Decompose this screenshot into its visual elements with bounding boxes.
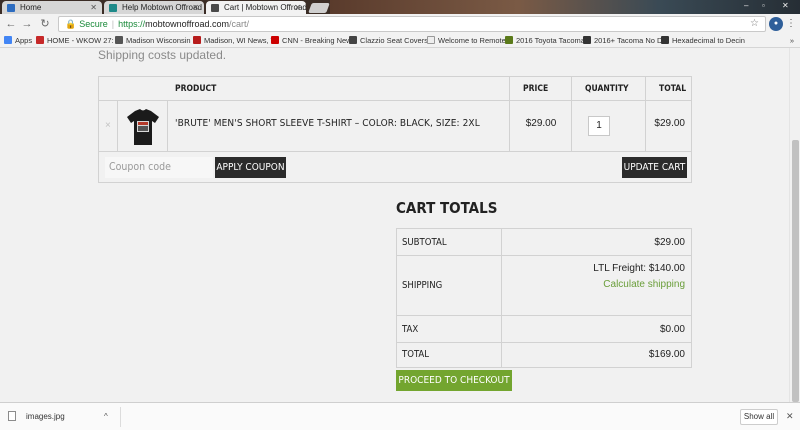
proceed-to-checkout-button[interactable]: Proceed to Checkout [396,370,512,391]
bookmark-toyota-tacoma[interactable]: 2016 Toyota Tacoma [505,34,585,47]
header-total: Total [659,84,687,94]
order-total-label: Total [402,349,430,360]
tab-title: Home [20,3,42,12]
maximize-icon[interactable]: ▫ [762,0,765,12]
download-filename: images.jpg [26,412,65,421]
document-icon [427,36,435,44]
bookmarks-bar: Apps HOME - WKOW 27: M Madison Wisconsin… [0,34,800,48]
product-thumbnail[interactable] [123,107,163,147]
close-tab-icon[interactable]: ✕ [90,1,97,14]
browser-toolbar: ← → ↻ 🔒 Secure | https://mobtownoffroad.com… [0,14,800,34]
home-favicon-icon [7,4,15,12]
forward-arrow-icon[interactable]: → [20,17,34,31]
update-cart-button[interactable]: Update Cart [622,157,687,178]
url-protocol: https:// [118,19,146,29]
product-price: $29.00 [525,118,557,129]
secure-label: Secure [79,19,108,29]
tacoma-forum-icon [583,36,591,44]
bookmark-apps[interactable]: Apps [4,34,32,47]
header-price: Price [523,84,549,94]
tshirt-icon [127,109,159,145]
bookmark-clazzio[interactable]: Clazzio Seat Covers - [349,34,433,47]
tab-title: Help Mobtown Offroad [122,3,202,12]
page-scrollbar[interactable] [789,48,800,402]
product-subtotal: $29.00 [654,118,685,129]
bookmark-wkow[interactable]: HOME - WKOW 27: M [36,34,122,47]
lock-icon: 🔒 [65,19,77,29]
bookmark-star-icon[interactable]: ☆ [750,17,759,31]
bookmark-cnn[interactable]: CNN - Breaking News [271,34,355,47]
quantity-input[interactable]: 1 [588,116,610,136]
help-favicon-icon [109,4,117,12]
show-all-button[interactable]: Show all [740,409,778,425]
download-item[interactable]: images.jpg [8,409,65,425]
close-shelf-icon[interactable]: ✕ [786,411,794,422]
calculate-shipping-link[interactable]: Calculate shipping [603,279,685,290]
bookmark-tacoma-no-di[interactable]: 2016+ Tacoma No Di [583,34,664,47]
madison-news-icon [193,36,201,44]
tab-strip: Home ✕ Help Mobtown Offroad ✕ Cart | Mob… [0,0,800,14]
extension-icon[interactable]: ● [769,17,783,31]
cart-item-row: × 'BRUTE' MEN'S SHORT SLEEVE T-SHIRT – C… [99,101,691,152]
address-bar[interactable]: 🔒 Secure | https://mobtownoffroad.com/cart/… [58,16,766,32]
cart-header-row: Product Price Quantity Total [99,77,691,101]
menu-dots-icon[interactable]: ⋮ [784,17,798,31]
address-separator: | [111,19,115,29]
download-separator [120,407,121,427]
file-icon [8,411,16,421]
url-host: mobtownoffroad.com [145,19,229,29]
remove-item-button[interactable]: × [105,120,111,131]
close-tab-icon[interactable]: ✕ [192,1,199,14]
back-arrow-icon[interactable]: ← [4,17,18,31]
subtotal-label: Subtotal [402,237,447,248]
cart-favicon-icon [211,4,219,12]
bookmark-hexadecimal[interactable]: Hexadecimal to Decin [661,34,745,47]
shipping-method: LTL Freight: $140.00 [593,263,685,274]
page-viewport: Shipping costs updated. Product Price Qu… [0,48,800,402]
bookmark-madison-news[interactable]: Madison, WI News, W [193,34,278,47]
shipping-notice: Shipping costs updated. [98,48,227,62]
apps-grid-icon [4,36,12,44]
order-total-value: $169.00 [648,349,685,360]
header-product: Product [175,84,217,94]
bookmarks-overflow-icon[interactable]: » [790,34,794,47]
apply-coupon-button[interactable]: Apply Coupon [215,157,286,178]
scrollbar-thumb[interactable] [792,140,799,402]
header-quantity: Quantity [585,84,629,94]
cart-totals-heading: Cart Totals [396,199,498,217]
order-total-row: Total $169.00 [397,343,691,367]
minimize-icon[interactable]: – [744,0,748,12]
shipping-label: Shipping [402,280,443,291]
shipping-row: Shipping LTL Freight: $140.00 Calculate … [397,256,691,316]
reload-icon[interactable]: ↻ [38,17,52,31]
product-name-link[interactable]: 'BRUTE' MEN'S SHORT SLEEVE T-SHIRT – COL… [175,118,480,129]
tab-help[interactable]: Help Mobtown Offroad ✕ [104,1,204,14]
madison-icon [115,36,123,44]
tax-row: Tax $0.00 [397,316,691,343]
url-path: /cart/ [229,19,250,29]
close-tab-icon[interactable]: ✕ [294,1,301,14]
bookmark-remote[interactable]: Welcome to Remote T [427,34,512,47]
bookmark-madison-wisconsin[interactable]: Madison Wisconsin N [115,34,198,47]
tab-cart[interactable]: Cart | Mobtown Offroad ✕ [206,1,306,14]
chevron-up-icon[interactable]: ^ [104,412,108,421]
wkow-icon [36,36,44,44]
clazzio-icon [349,36,357,44]
subtotal-value: $29.00 [654,237,685,248]
cnn-icon [271,36,279,44]
hex-icon [661,36,669,44]
download-shelf: images.jpg ^ Show all ✕ [0,402,800,430]
tab-strip-background [330,0,800,14]
cart-totals-table: Subtotal $29.00 Shipping LTL Freight: $1… [396,228,692,368]
subtotal-row: Subtotal $29.00 [397,229,691,256]
coupon-code-input[interactable]: Coupon code [105,157,213,178]
tacoma-icon [505,36,513,44]
window-close-icon[interactable]: ✕ [782,0,789,12]
cart-table: Product Price Quantity Total × 'BRUTE' M… [98,76,692,183]
tab-home[interactable]: Home ✕ [2,1,102,14]
tax-value: $0.00 [659,324,685,335]
tax-label: Tax [402,324,419,335]
new-tab-button[interactable] [308,3,330,13]
